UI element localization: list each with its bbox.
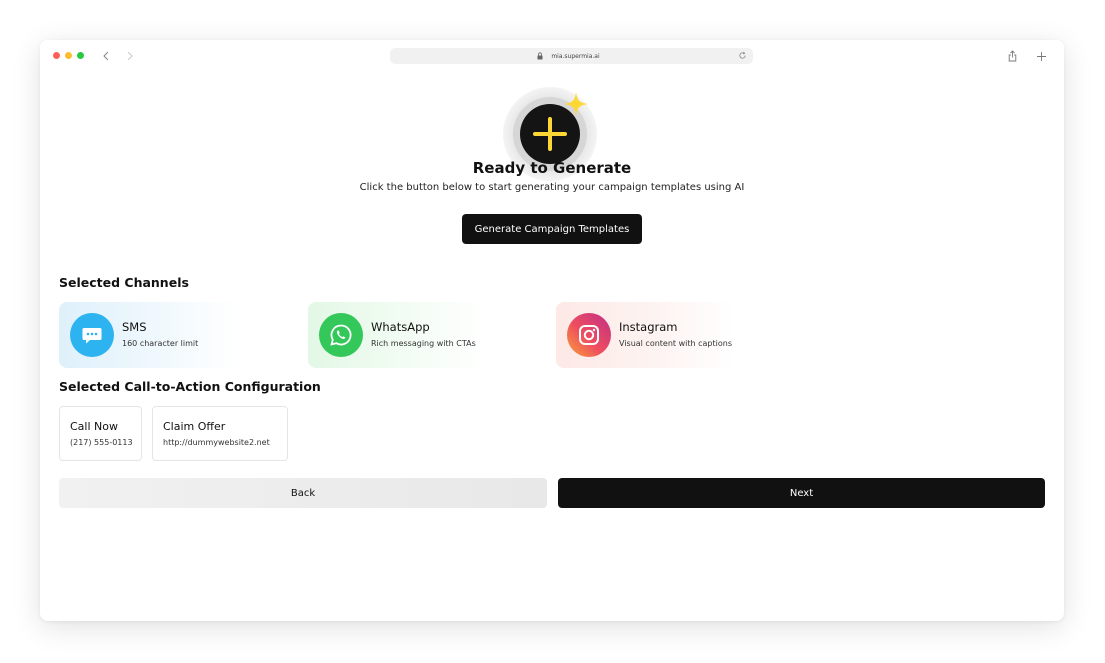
page-subtitle: Click the button below to start generati… [359, 182, 745, 193]
reload-icon[interactable] [738, 51, 747, 62]
maximize-window-button[interactable] [77, 52, 84, 59]
cta-card-call-now[interactable]: Call Now (217) 555-0113 [59, 406, 142, 461]
channel-name: SMS [122, 320, 147, 334]
new-tab-icon[interactable] [1033, 48, 1049, 64]
channel-description: Rich messaging with CTAs [371, 339, 476, 348]
url-text: mia.supermia.ai [551, 52, 600, 60]
cta-name: Call Now [70, 420, 118, 433]
channel-card-sms[interactable]: SMS 160 character limit [59, 302, 297, 368]
browser-window: mia.supermia.ai Ready to Generate Click … [40, 40, 1064, 621]
next-button[interactable]: Next [558, 478, 1045, 508]
instagram-icon [567, 313, 611, 357]
cta-value: http://dummywebsite2.net [163, 438, 270, 447]
channel-description: 160 character limit [122, 339, 199, 348]
back-arrow-icon[interactable] [97, 47, 115, 65]
channel-description: Visual content with captions [619, 339, 732, 348]
address-bar[interactable]: mia.supermia.ai [390, 48, 753, 64]
channel-card-instagram[interactable]: Instagram Visual content with captions [556, 302, 794, 368]
back-button[interactable]: Back [59, 478, 547, 508]
close-window-button[interactable] [53, 52, 60, 59]
chat-bubble-icon [70, 313, 114, 357]
channel-name: WhatsApp [371, 320, 430, 334]
cta-value: (217) 555-0113 [70, 438, 133, 447]
channel-name: Instagram [619, 320, 678, 334]
cta-section-title: Selected Call-to-Action Configuration [59, 379, 321, 394]
browser-toolbar: mia.supermia.ai [40, 40, 1064, 72]
page-title: Ready to Generate [472, 159, 632, 177]
minimize-window-button[interactable] [65, 52, 72, 59]
lock-icon [537, 52, 543, 62]
forward-arrow-icon[interactable] [121, 47, 139, 65]
channel-card-whatsapp[interactable]: WhatsApp Rich messaging with CTAs [308, 302, 546, 368]
cta-card-claim-offer[interactable]: Claim Offer http://dummywebsite2.net [152, 406, 288, 461]
share-icon[interactable] [1004, 48, 1020, 64]
cta-name: Claim Offer [163, 420, 226, 433]
whatsapp-icon [319, 313, 363, 357]
generate-templates-button[interactable]: Generate Campaign Templates [462, 214, 642, 244]
channels-section-title: Selected Channels [59, 275, 189, 290]
